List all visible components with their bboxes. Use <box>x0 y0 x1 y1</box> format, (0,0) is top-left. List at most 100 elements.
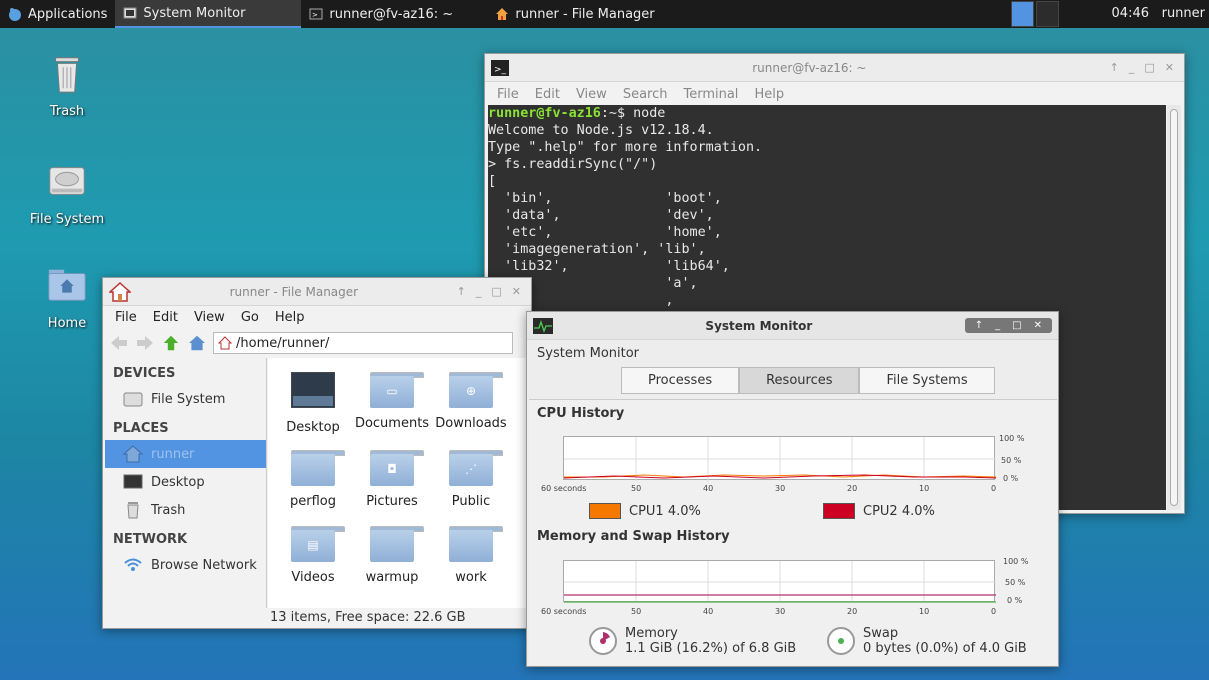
x-tick: 60 seconds <box>541 607 587 616</box>
back-arrow-icon[interactable] <box>109 335 129 351</box>
sidebar-item-file-system[interactable]: File System <box>105 385 266 413</box>
system-monitor-titlebar[interactable]: System Monitor ↑ _ □ ✕ <box>527 312 1058 340</box>
terminal-line: , <box>488 293 674 308</box>
file-view[interactable]: Desktop ▭ Documents ⊕ Downloads perflog … <box>268 358 531 608</box>
cpu1-color-swatch[interactable] <box>589 503 621 519</box>
home-button-icon[interactable] <box>187 335 207 351</box>
sidebar-item-runner[interactable]: runner <box>105 440 266 468</box>
close-button[interactable]: ✕ <box>1028 320 1048 331</box>
window-title: System Monitor <box>705 318 813 333</box>
folder-item[interactable]: ◘ Pictures <box>352 450 432 509</box>
up-arrow-icon[interactable] <box>161 335 181 351</box>
sidebar-item-trash[interactable]: Trash <box>105 496 266 524</box>
swap-pie-icon[interactable] <box>827 627 855 655</box>
menu-search[interactable]: Search <box>623 87 668 102</box>
close-button[interactable]: ✕ <box>512 285 521 298</box>
harddisk-icon <box>49 167 85 195</box>
workspace-2[interactable] <box>1036 1 1059 27</box>
sidebar-item-browse-network[interactable]: Browse Network <box>105 551 266 579</box>
menu-file[interactable]: File <box>115 310 137 325</box>
terminal-line: [ <box>488 174 497 189</box>
sidebar-item-label: Desktop <box>151 474 205 490</box>
sidebar-item-label: Browse Network <box>151 557 257 573</box>
folder-label: Documents <box>354 416 430 431</box>
minimize-button[interactable]: _ <box>1129 61 1135 74</box>
memory-label: Memory <box>625 626 678 641</box>
menu-help[interactable]: Help <box>275 310 305 325</box>
folder-item[interactable]: ⊕ Downloads <box>431 372 511 431</box>
menu-view[interactable]: View <box>576 87 607 102</box>
svg-text:>_: >_ <box>494 65 507 75</box>
x-tick: 40 <box>703 607 714 616</box>
file-manager-titlebar[interactable]: runner - File Manager ↑ _ □ ✕ <box>103 278 531 306</box>
location-text: /home/runner/ <box>236 335 330 351</box>
home-icon <box>123 445 143 463</box>
forward-arrow-icon[interactable] <box>135 335 155 351</box>
terminal-line: 'imagegeneration', 'lib', <box>488 242 706 257</box>
menu-terminal[interactable]: Terminal <box>683 87 738 102</box>
memory-graph <box>563 560 996 603</box>
desktop-icon-home[interactable]: Home <box>27 264 107 331</box>
folder-item[interactable]: Desktop <box>273 371 353 435</box>
memory-value: 1.1 GiB (16.2%) of 6.8 GiB <box>625 641 797 656</box>
folder-item[interactable]: ⋰ Public <box>431 450 511 509</box>
terminal-scrollbar[interactable] <box>1167 105 1181 510</box>
memory-pie-icon[interactable] <box>589 627 617 655</box>
shade-button[interactable]: ↑ <box>457 285 466 298</box>
close-button[interactable]: ✕ <box>1165 61 1174 74</box>
maximize-button[interactable]: □ <box>1006 320 1027 331</box>
desktop-icon-file-system[interactable]: File System <box>27 160 107 227</box>
workspace-1[interactable] <box>1011 1 1034 27</box>
location-bar[interactable]: /home/runner/ <box>213 332 513 354</box>
folder-item[interactable]: perflog <box>273 450 353 509</box>
shade-button[interactable]: ↑ <box>1110 61 1119 74</box>
terminal-line: 'data', 'dev', <box>488 208 714 223</box>
taskbar-item-file-manager[interactable]: runner - File Manager <box>487 0 673 28</box>
sidebar-item-label: runner <box>151 446 195 462</box>
applications-menu-button[interactable]: Applications <box>0 0 115 28</box>
menu-help[interactable]: Help <box>754 87 784 102</box>
shade-button[interactable]: ↑ <box>969 320 989 331</box>
menu-file[interactable]: File <box>497 87 519 102</box>
tab-file-systems[interactable]: File Systems <box>859 367 995 394</box>
folder-item[interactable]: ▤ Videos <box>273 526 353 585</box>
memory-legend: Memory 1.1 GiB (16.2%) of 6.8 GiB <box>589 626 796 656</box>
folder-label: Pictures <box>366 494 418 509</box>
tab-resources[interactable]: Resources <box>739 367 860 394</box>
terminal-titlebar[interactable]: >_ runner@fv-az16: ~ ↑ _ □ ✕ <box>485 54 1184 82</box>
minimize-button[interactable]: _ <box>989 320 1006 331</box>
minimize-button[interactable]: _ <box>476 285 482 298</box>
cpu-graph-canvas <box>563 437 997 481</box>
prompt-user: runner@fv-az16 <box>488 106 601 121</box>
folder-item[interactable]: work <box>431 526 511 585</box>
cpu2-color-swatch[interactable] <box>823 503 855 519</box>
file-manager-toolbar: /home/runner/ <box>103 328 531 358</box>
applications-label: Applications <box>28 6 108 22</box>
maximize-button[interactable]: □ <box>1144 61 1154 74</box>
folder-item[interactable]: ▭ Documents <box>352 372 432 431</box>
resources-panel: CPU History 100 % 50 % 0 % 60 seconds 50… <box>529 399 1057 665</box>
user-menu[interactable]: runner <box>1162 6 1205 21</box>
menu-view[interactable]: View <box>194 310 225 325</box>
folder-label: Public <box>451 494 491 509</box>
menu-edit[interactable]: Edit <box>535 87 560 102</box>
window-title: runner - File Manager <box>229 284 359 299</box>
tab-processes[interactable]: Processes <box>621 367 740 394</box>
folder-label: work <box>455 570 487 585</box>
folder-label: Videos <box>291 570 335 585</box>
scrollbar-thumb[interactable] <box>1170 109 1178 506</box>
maximize-button[interactable]: □ <box>491 285 501 298</box>
taskbar-item-system-monitor[interactable]: System Monitor <box>115 0 302 28</box>
x-tick: 0 <box>991 607 997 616</box>
menu-go[interactable]: Go <box>241 310 259 325</box>
y-tick: 50 % <box>1001 456 1022 465</box>
clock[interactable]: 04:46 <box>1112 6 1149 21</box>
folder-item[interactable]: warmup <box>352 526 432 585</box>
taskbar-item-terminal[interactable]: > runner@fv-az16: ~ <box>301 0 487 28</box>
terminal-line: Type ".help" for more information. <box>488 140 763 155</box>
sidebar-item-desktop[interactable]: Desktop <box>105 468 266 496</box>
home-icon <box>218 336 232 350</box>
desktop-icon-trash[interactable]: Trash <box>27 52 107 119</box>
menu-edit[interactable]: Edit <box>153 310 178 325</box>
workspace-switcher[interactable] <box>1011 1 1059 27</box>
